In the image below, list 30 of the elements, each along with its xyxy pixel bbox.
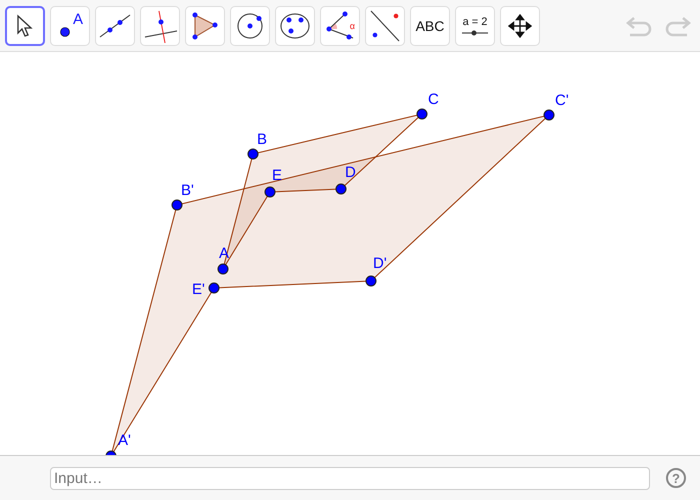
text-tool-button[interactable]: ABC: [410, 6, 450, 46]
circle-with-center-icon: [235, 10, 265, 40]
text-tool-label: ABC: [416, 18, 444, 34]
point-label: C': [555, 92, 569, 109]
point-label: C: [428, 91, 439, 108]
reflection-line-icon: [369, 8, 401, 42]
slider-tool-button[interactable]: a = 2: [455, 6, 495, 46]
point-icon: [59, 26, 71, 38]
ellipse-icon: [279, 12, 311, 40]
triangle-icon: [192, 12, 218, 40]
line-through-points-icon: [98, 12, 132, 38]
slider-tool-label: a = 2: [462, 16, 488, 28]
angle-tool-button[interactable]: α: [320, 6, 360, 46]
slider-icon: [462, 30, 488, 36]
cursor-arrow-icon: [16, 14, 34, 38]
move-tool-button[interactable]: [5, 6, 45, 46]
input-field[interactable]: Input…: [50, 466, 650, 490]
polygon-tool-button[interactable]: [185, 6, 225, 46]
conic-tool-button[interactable]: [275, 6, 315, 46]
perpendicular-tool-button[interactable]: [140, 6, 180, 46]
move-view-tool-button[interactable]: [500, 6, 540, 46]
point-tool-letter: A: [72, 10, 83, 28]
perpendicular-line-icon: [143, 8, 177, 42]
circle-tool-button[interactable]: [230, 6, 270, 46]
four-way-arrow-icon: [508, 14, 532, 38]
angle-icon: [325, 10, 355, 40]
line-tool-button[interactable]: [95, 6, 135, 46]
point-tool-button[interactable]: A: [50, 6, 90, 46]
angle-symbol: α: [350, 20, 355, 30]
reflect-tool-button[interactable]: [365, 6, 405, 46]
